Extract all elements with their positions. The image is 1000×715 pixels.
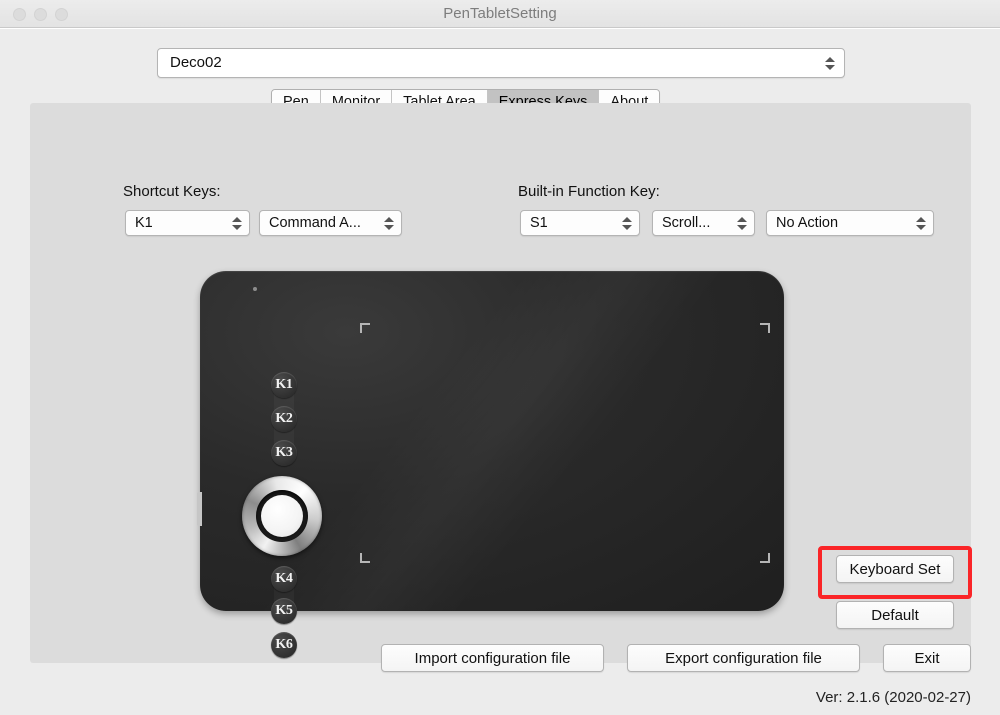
express-key-k3[interactable]: K3	[271, 440, 297, 466]
chevron-updown-icon[interactable]	[824, 52, 836, 74]
active-area-corner-bottom-right	[760, 553, 770, 563]
version-label: Ver: 2.1.6 (2020-02-27)	[815, 689, 971, 706]
shortcut-key-select-value: K1	[135, 215, 153, 231]
default-button[interactable]: Default	[836, 601, 954, 629]
led-indicator-icon	[253, 287, 257, 291]
express-keys-panel: Shortcut Keys: Built-in Function Key: K1…	[30, 103, 972, 663]
shortcut-keys-label: Shortcut Keys:	[123, 183, 221, 200]
chevron-updown-icon[interactable]	[736, 212, 748, 234]
express-key-k4[interactable]: K4	[271, 566, 297, 592]
export-configuration-button[interactable]: Export configuration file	[627, 644, 860, 672]
builtin-key-select[interactable]: S1	[520, 210, 640, 236]
shortcut-action-select[interactable]: Command A...	[259, 210, 402, 236]
pen-tablet-setting-window: PenTabletSetting Deco02 Pen Monitor Tabl…	[0, 0, 1000, 715]
builtin-function-key-label: Built-in Function Key:	[518, 183, 660, 200]
express-key-k6[interactable]: K6	[271, 632, 297, 658]
title-bar: PenTabletSetting	[0, 0, 1000, 28]
exit-button[interactable]: Exit	[883, 644, 971, 672]
window-body: Deco02 Pen Monitor Tablet Area Express K…	[0, 29, 1000, 715]
chevron-updown-icon[interactable]	[231, 212, 243, 234]
ring-dial-inner	[256, 490, 308, 542]
device-select-value: Deco02	[170, 54, 222, 71]
builtin-key-select-value: S1	[530, 215, 548, 231]
chevron-updown-icon[interactable]	[621, 212, 633, 234]
keyboard-set-button[interactable]: Keyboard Set	[836, 555, 954, 583]
express-key-k5[interactable]: K5	[271, 598, 297, 624]
device-select[interactable]: Deco02	[157, 48, 845, 78]
chevron-updown-icon[interactable]	[383, 212, 395, 234]
shortcut-key-select[interactable]: K1	[125, 210, 250, 236]
builtin-mode-select[interactable]: Scroll...	[652, 210, 755, 236]
tablet-illustration: K1 K2 K3 K4 K5 K6	[197, 271, 784, 658]
builtin-action-select[interactable]: No Action	[766, 210, 934, 236]
shortcut-action-select-value: Command A...	[269, 215, 361, 231]
express-key-k2[interactable]: K2	[271, 406, 297, 432]
active-area-corner-bottom-left	[360, 553, 370, 563]
import-configuration-button[interactable]: Import configuration file	[381, 644, 604, 672]
builtin-mode-select-value: Scroll...	[662, 215, 711, 231]
ring-dial-center-button[interactable]	[261, 495, 303, 537]
window-title: PenTabletSetting	[443, 5, 557, 22]
ring-dial[interactable]	[242, 476, 322, 556]
chevron-updown-icon[interactable]	[915, 212, 927, 234]
tablet-side-button[interactable]	[197, 492, 202, 526]
active-area-corner-top-right	[760, 323, 770, 333]
builtin-action-select-value: No Action	[776, 215, 839, 231]
express-key-k1[interactable]: K1	[271, 372, 297, 398]
active-area-corner-top-left	[360, 323, 370, 333]
